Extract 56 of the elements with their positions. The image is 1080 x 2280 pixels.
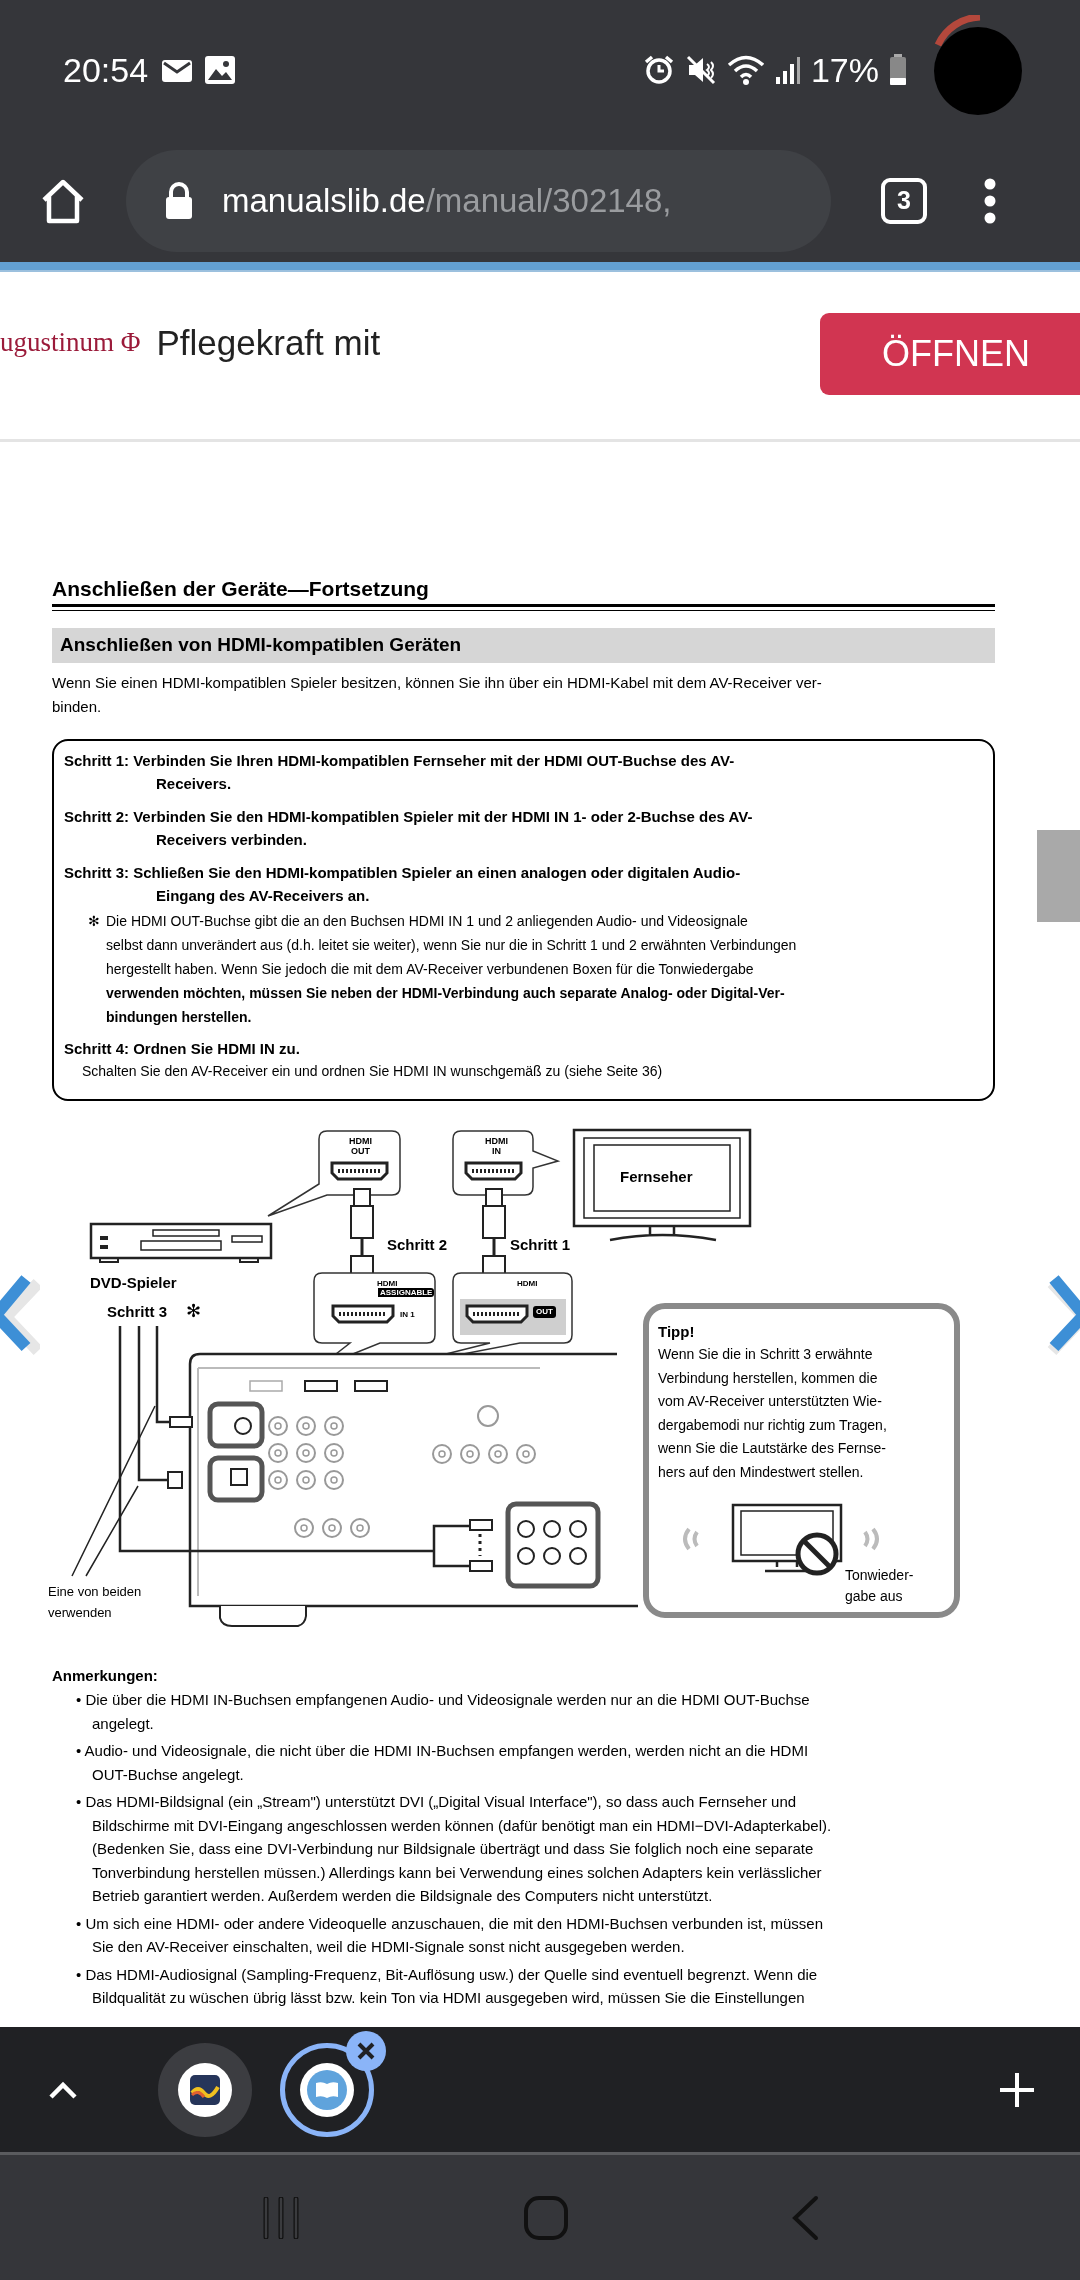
port-label: HDMI OUT [349,1136,372,1156]
battery-percentage: 17% [810,49,879,91]
note-item: • Audio- und Videosignale, die nicht über die HDMI IN-Buchsen empfangen werden, werden nicht an die HDMI OUT-Buchse angelegt. [76,1741,810,1785]
step-label: Schritt 2 [387,1235,447,1255]
scroll-handle[interactable] [1037,830,1080,922]
step-instruction: Schritt 2: Verbinden Sie den HDMI-kompatiblen Spieler mit der HDMI IN 1- oder 2-Buchse des AV- Receivers verbinden. [64,807,754,850]
note-item: • Das HDMI-Bildsignal (ein „Stream") unterstützt DVI („Digital Visual Interface"), so dass auch Fernseher und Bildschirme mit DVI-Eingang angeschlossen werden können (dafür benötigt man ein HDMI−DVI-Adapterkabel). (Bedenken Sie, dass eine DVI-Verbindung nur Bildsignale überträgt und dass Sie folglich noch eine separate Tonverbindung herstellen müssen.) Allerdings kann bei Verwendung eines solchen Adapters kein verlässlicher Betrieb garantiert werden. Außerdem werden die Bildsignale des Computers nicht unterstützt. [76,1792,833,1906]
step-instruction: Schritt 3: Schließen Sie den HDMI-kompatiblen Spieler an einen analogen oder digitalen Audio- Eingang des AV-Receivers an. [64,863,742,906]
port-badge: OUT [533,1306,556,1318]
mute-icon [684,54,717,86]
step-label: Schritt 3 [107,1302,167,1322]
port-label: HDMI [517,1278,538,1290]
more-options-icon[interactable] [984,178,996,224]
asterisk-mark: ✻ [186,1300,201,1323]
image-icon [204,55,237,85]
notes-heading: Anmerkungen: [52,1666,159,1686]
step-instruction: Schritt 4: Ordnen Sie HDMI IN zu. [64,1039,301,1059]
alarm-icon [642,54,675,86]
lock-icon [164,181,194,221]
section-title: Anschließen von HDMI-kompatiblen Geräten [60,633,462,658]
tab-count-button[interactable]: 3 [881,178,927,224]
port-label: HDMI IN [485,1136,508,1156]
tv-label: Fernseher [620,1167,693,1187]
tip-title: Tipp! [658,1322,695,1342]
home-icon[interactable] [40,178,86,224]
close-icon[interactable] [346,2030,386,2071]
tip-text: Wenn Sie die in Schritt 3 erwähnte Verbindung herstellen, kommen die vom AV-Receiver unterstützten Wie- dergabemodi nur richtig zum Tragen, wenn Sie die Lautstärke des Fernse- hers auf den Mindestwert stellen. [658,1345,887,1482]
clock-time: 20:54 [63,49,149,91]
url-text: manualslib.de/manual/302148, [222,181,672,222]
page-heading: Anschließen der Geräte—Fortsetzung [52,576,430,602]
wifi-icon [726,54,765,86]
book-logo-icon [300,2062,354,2117]
battery-icon [889,54,907,86]
signal-icon [774,55,801,85]
device-label: DVD-Spieler [90,1273,177,1293]
url-bar[interactable]: manualslib.de/manual/302148, [126,150,831,252]
new-tab-icon[interactable] [998,2070,1036,2109]
note-paragraph: Die HDMI OUT-Buchse gibt die an den Buchsen HDMI IN 1 und 2 anliegenden Audio- und Videosignale selbst dann unverändert aus (d.h. leitet sie weiter), wenn Sie nur die in Schritt 1 und 2 erwähnten Verbindungen hergestellt haben. Wenn Sie jedoch die mit dem AV-Receiver verbundenen Boxen für die Tonwiedergabe verwenden möchten, müssen Sie neben der HDMI-Verbindung auch separate Analog- oder Digital-Ver- bindungen herstellen. [106,912,797,1027]
port-label: IN 1 [400,1309,415,1321]
note-item: • Das HDMI-Audiosignal (Sampling-Frequenz, Bit-Auflösung usw.) der Quelle sind eventuell begrenzt. Wenn die Bildqualität zu wüschen übrig lässt bzw. kein Ton via HDMI ausgegeben wird, müssen Sie die Einstellungen [76,1964,819,2008]
note-item: • Um sich eine HDMI- oder andere Videoquelle anzuschauen, die mit den HDMI-Buchsen verbunden ist, müssen Sie den AV-Receiver einschalten, weil die HDMI-Signale sonst nicht ausgegeben werden. [76,1913,825,1957]
note-item: • Die über die HDMI IN-Buchsen empfangenen Audio- und Videosignale werden nur an die HDMI OUT-Buchse angelegt. [76,1690,811,1734]
port-badge: ASSIGNABLE [378,1288,435,1297]
brand-logo-text: ugustinum Φ [0,326,141,359]
step-instruction: Schritt 1: Verbinden Sie Ihren HDMI-kompatiblen Fernseher mit der HDMI OUT-Buchse des AV- Receivers. [64,751,736,794]
port-label: HDMI [377,1278,398,1290]
wave-logo-icon [178,2062,232,2117]
open-button[interactable]: ÖFFNEN [820,313,1080,395]
tip-caption: Tonwieder- gabe aus [845,1566,914,1606]
expand-up-icon[interactable] [48,2079,78,2100]
caption-text: Eine von beiden verwenden [48,1583,142,1622]
intro-paragraph: Wenn Sie einen HDMI-kompatiblen Spieler besitzen, können Sie ihn über ein HDMI-Kabel mit dem AV-Receiver ver- binden. [52,673,823,717]
asterisk-mark: ✻ [88,912,101,931]
step-label: Schritt 1 [510,1235,570,1255]
ad-headline: Pflegekraft mit [156,322,381,364]
step-detail: Schalten Sie den AV-Receiver ein und ordnen Sie HDMI IN wunschgemäß zu (siehe Seite 36) [82,1062,664,1081]
